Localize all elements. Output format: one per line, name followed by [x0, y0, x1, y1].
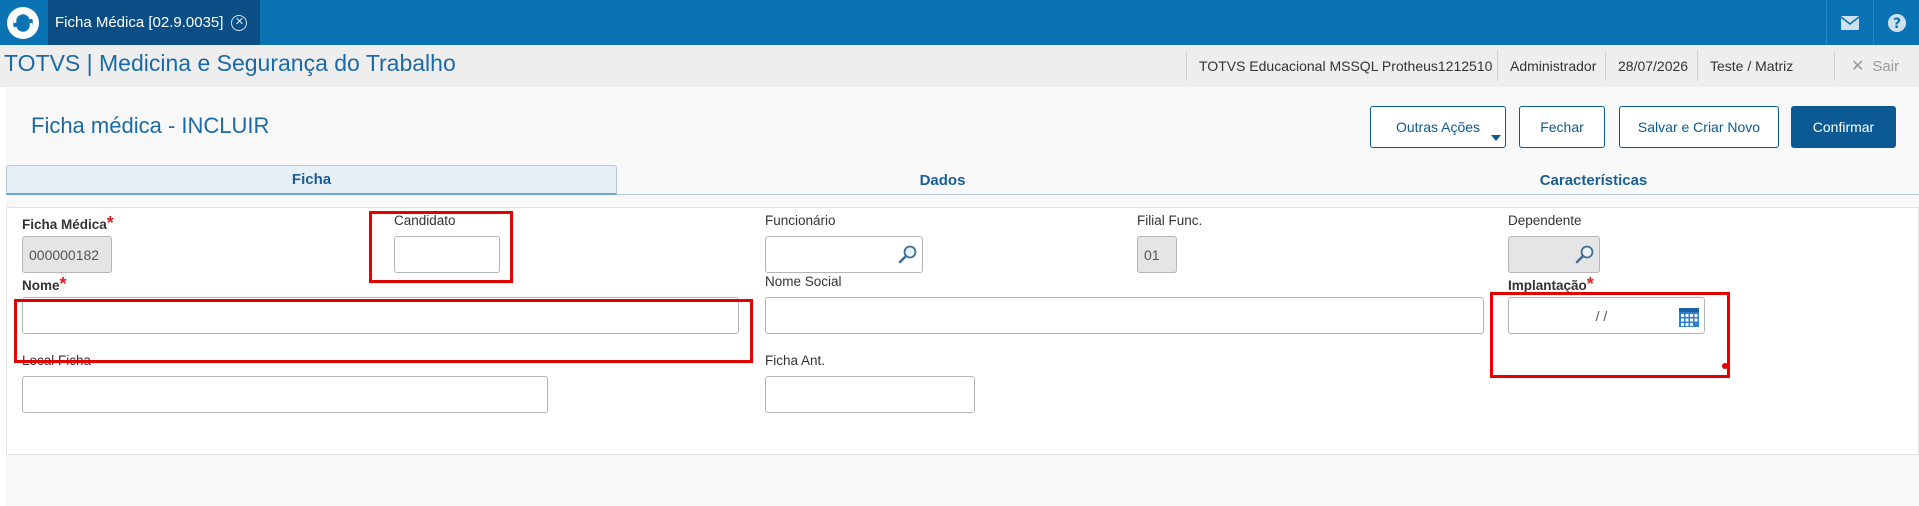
page-title: Ficha médica - INCLUIR [31, 113, 270, 138]
funcionario-field[interactable] [765, 236, 923, 273]
local-ficha-field[interactable] [22, 376, 548, 413]
form-fields: Ficha Médica* 000000182 Candidato Funcio… [6, 207, 1919, 455]
app-title: TOTVS | Medicina e Segurança do Trabalho [4, 50, 456, 76]
top-bar: Ficha Médica [02.9.0035] ✕ ? [0, 0, 1919, 45]
search-icon[interactable] [898, 244, 918, 264]
tab-bar: Ficha Dados Características [6, 165, 1919, 195]
implantacao-date-field[interactable]: / / [1508, 297, 1705, 334]
help-icon: ? [1887, 13, 1906, 32]
mail-icon [1840, 15, 1859, 30]
sair-button[interactable]: ✕ Sair [1834, 51, 1917, 81]
filial-func-label: Filial Func. [1137, 213, 1203, 228]
tab-ficha-medica[interactable]: Ficha Médica [02.9.0035] ✕ [48, 0, 260, 45]
ficha-ant-label: Ficha Ant. [765, 353, 826, 368]
candidato-field[interactable] [394, 236, 500, 273]
close-icon: ✕ [1851, 58, 1865, 75]
user-label[interactable]: Administrador [1497, 51, 1608, 81]
calendar-icon[interactable] [1678, 306, 1700, 328]
nome-field[interactable] [22, 297, 739, 334]
dependente-field [1508, 236, 1600, 273]
salvar-criar-novo-button[interactable]: Salvar e Criar Novo [1619, 106, 1779, 148]
highlight-dot [1722, 363, 1728, 369]
tab-ficha[interactable]: Ficha [6, 165, 617, 195]
help-button[interactable]: ? [1873, 0, 1919, 45]
candidato-label: Candidato [394, 213, 456, 228]
outras-acoes-button[interactable]: Outras Ações [1370, 106, 1506, 148]
environment-label[interactable]: TOTVS Educacional MSSQL Protheus1212510 [1186, 51, 1504, 81]
svg-text:?: ? [1892, 16, 1900, 32]
fechar-button[interactable]: Fechar [1519, 106, 1605, 148]
app-header: TOTVS | Medicina e Segurança do Trabalho… [0, 45, 1919, 87]
ficha-ant-field[interactable] [765, 376, 975, 413]
nome-social-label: Nome Social [765, 274, 842, 289]
search-icon[interactable] [1575, 244, 1595, 264]
nome-label: Nome* [22, 274, 67, 294]
dependente-label: Dependente [1508, 213, 1582, 228]
totvs-logo-icon[interactable] [4, 4, 42, 42]
implantacao-label: Implantação* [1508, 274, 1594, 294]
tab-label: Ficha Médica [02.9.0035] [55, 14, 224, 31]
confirmar-button[interactable]: Confirmar [1791, 106, 1896, 148]
date-label[interactable]: 28/07/2026 [1605, 51, 1700, 81]
chevron-down-icon [1491, 135, 1501, 141]
nome-social-field[interactable] [765, 297, 1484, 334]
ficha-medica-label: Ficha Médica* [22, 213, 114, 233]
content-area: Ficha médica - INCLUIR Outras Ações Fech… [0, 87, 1919, 506]
close-icon[interactable]: ✕ [231, 14, 248, 31]
mail-button[interactable] [1826, 0, 1872, 45]
funcionario-label: Funcionário [765, 213, 836, 228]
ficha-medica-field: 000000182 [22, 236, 112, 273]
tab-caracteristicas[interactable]: Características [1268, 165, 1919, 195]
tab-dados[interactable]: Dados [617, 165, 1268, 195]
local-ficha-label: Local Ficha [22, 353, 92, 368]
filial-func-field: 01 [1137, 236, 1177, 273]
branch-label[interactable]: Teste / Matriz [1697, 51, 1805, 81]
